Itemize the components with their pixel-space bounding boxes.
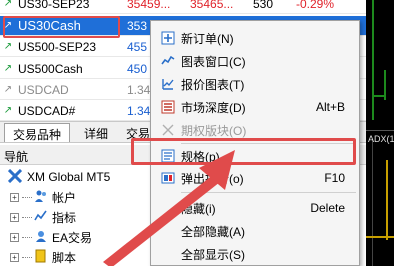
tree-connector <box>22 236 32 238</box>
tab-details[interactable]: 详细 <box>76 123 116 142</box>
navigator-account-root[interactable]: XM Global MT5 <box>7 167 111 187</box>
symbol-name: US30-SEP23 <box>18 0 90 11</box>
tree-connector <box>22 256 32 258</box>
indicators-icon <box>34 209 48 226</box>
menu-item-label: 全部隐藏(A) <box>181 224 245 239</box>
specification-highlight <box>131 138 356 165</box>
chart-area[interactable] <box>366 0 394 266</box>
daily-change: -0.29% <box>296 0 335 11</box>
chart-window-icon <box>157 53 179 69</box>
nav-label: 帐户 <box>52 190 77 205</box>
tree-connector <box>22 196 32 198</box>
bid-price: 1.34 <box>127 103 151 118</box>
accounts-icon <box>34 189 48 206</box>
trend-up-icon: ↗ <box>3 63 13 74</box>
menu-item-popup-prices[interactable]: 弹出报价(o) F10 <box>151 167 359 189</box>
menu-item-market-depth[interactable]: 市场深度(D) Alt+B <box>151 96 359 118</box>
market-watch-row[interactable]: ↗ US30-SEP23 35459... 35465... 530 -0.29… <box>0 0 366 14</box>
menu-item-label: 市场深度(D) <box>181 100 246 115</box>
ask-price: 35465... <box>190 0 234 11</box>
nav-label: 脚本 <box>52 250 77 265</box>
options-icon <box>157 122 179 138</box>
mt5-window: ↗ US30-SEP23 35459... 35465... 530 -0.29… <box>0 0 394 266</box>
bid-price: 455 <box>127 39 148 54</box>
tab-symbols[interactable]: 交易品种 <box>4 123 71 142</box>
xm-logo-icon <box>7 168 23 186</box>
popup-prices-icon <box>157 170 179 186</box>
menu-item-label: 图表窗口(C) <box>181 54 246 69</box>
menu-item-shortcut: Alt+B <box>315 100 345 114</box>
menu-item-hide-all[interactable]: 全部隐藏(A) <box>151 220 359 242</box>
tick-chart-icon <box>157 76 179 92</box>
blank-icon <box>157 246 179 262</box>
blank-icon <box>157 223 179 239</box>
account-server-label: XM Global MT5 <box>27 170 111 184</box>
market-depth-icon <box>157 99 179 115</box>
scripts-icon <box>34 249 48 266</box>
tree-connector <box>22 216 32 218</box>
bid-price: 353 <box>127 18 148 33</box>
blank-icon <box>157 200 179 216</box>
menu-item-label: 隐藏(i) <box>181 201 216 216</box>
expand-icon[interactable]: + <box>10 252 19 262</box>
menu-item-shortcut: Delete <box>310 201 345 215</box>
expand-icon[interactable]: + <box>10 212 19 222</box>
menu-item-label: 弹出报价(o) <box>181 171 244 186</box>
menu-item-tick-chart[interactable]: 报价图表(T) <box>151 73 359 95</box>
selected-symbol-highlight <box>3 16 120 38</box>
navigator-item-indicators[interactable]: + 指标 <box>10 207 76 227</box>
menu-item-new-order[interactable]: 新订单(N) <box>151 27 359 49</box>
trend-up-icon: ↗ <box>3 84 13 95</box>
menu-item-chart-window[interactable]: 图表窗口(C) <box>151 50 359 72</box>
bid-price: 1.34 <box>127 82 151 97</box>
trend-up-icon: ↗ <box>3 0 13 9</box>
trend-up-icon: ↗ <box>3 105 13 116</box>
spread-value: 530 <box>253 0 274 11</box>
menu-separator <box>181 192 356 193</box>
menu-item-hide[interactable]: 隐藏(i) Delete <box>151 197 359 219</box>
bid-price: 450 <box>127 61 148 76</box>
expand-icon[interactable]: + <box>10 192 19 202</box>
symbol-name: US500-SEP23 <box>18 39 97 54</box>
expand-icon[interactable]: + <box>10 232 19 242</box>
navigator-item-scripts[interactable]: + 脚本 <box>10 247 76 266</box>
menu-item-label: 报价图表(T) <box>181 77 245 92</box>
navigator-item-accounts[interactable]: + 帐户 <box>10 187 76 207</box>
nav-label: 指标 <box>52 210 77 225</box>
indicator-label: ADX(14 <box>368 134 394 144</box>
symbol-name: USDCAD# <box>18 103 76 118</box>
menu-item-label: 全部显示(S) <box>181 247 245 262</box>
new-order-icon <box>157 30 179 46</box>
nav-label: EA交易 <box>52 230 93 245</box>
symbol-name: US500Cash <box>18 61 83 76</box>
menu-item-shortcut: F10 <box>324 171 345 185</box>
menu-item-label: 期权版块(O) <box>181 123 247 138</box>
menu-item-label: 新订单(N) <box>181 31 234 46</box>
expert-advisors-icon <box>34 229 48 246</box>
navigator-item-expert-advisors[interactable]: + EA交易 <box>10 227 92 247</box>
bid-price: 35459... <box>127 0 171 11</box>
trend-up-icon: ↗ <box>3 41 13 52</box>
symbol-name: USDCAD <box>18 82 69 97</box>
menu-item-show-all[interactable]: 全部显示(S) <box>151 243 359 265</box>
